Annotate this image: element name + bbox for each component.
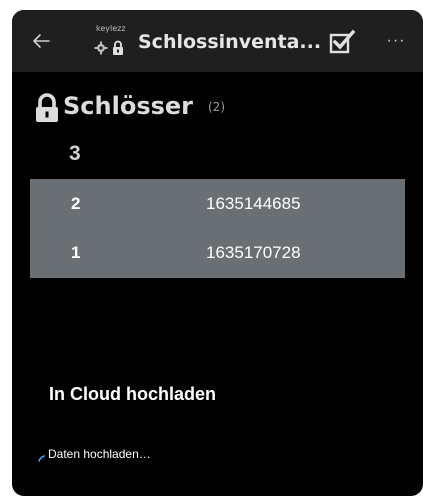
upload-dialog-title: In Cloud hochladen (49, 384, 216, 404)
more-horizontal-icon: ··· (386, 32, 406, 49)
arrow-left-icon (33, 34, 50, 48)
app-title: Schlossinventa... (138, 31, 322, 53)
lock-icon (32, 93, 62, 123)
lock-small-icon (112, 40, 124, 56)
section-count: (2) (208, 100, 225, 114)
row-number: 1 (71, 243, 81, 262)
more-button[interactable]: ··· (385, 32, 407, 50)
app-bar: keylezz Schlossinventa... ··· (12, 10, 423, 72)
row-number: 2 (71, 194, 81, 213)
check-button[interactable] (328, 28, 356, 56)
row-lock-id: 1635144685 (206, 194, 301, 213)
brand-label: keylezz (96, 24, 126, 33)
app-window: keylezz Schlossinventa... ··· Schlösser … (12, 10, 423, 496)
progress-text: Daten hochladen… (48, 447, 151, 461)
group-number: 3 (69, 142, 81, 165)
row-lock-id: 1635170728 (206, 243, 301, 262)
section-title: Schlösser (63, 92, 193, 120)
lock-table: 2 1635144685 1 1635170728 (30, 179, 405, 278)
back-button[interactable] (30, 30, 52, 52)
gear-icon (94, 41, 108, 55)
checkbox-checked-icon (329, 29, 356, 54)
app-logo: keylezz (94, 24, 134, 60)
table-row[interactable]: 2 1635144685 (30, 179, 405, 228)
table-row[interactable]: 1 1635170728 (30, 228, 405, 277)
